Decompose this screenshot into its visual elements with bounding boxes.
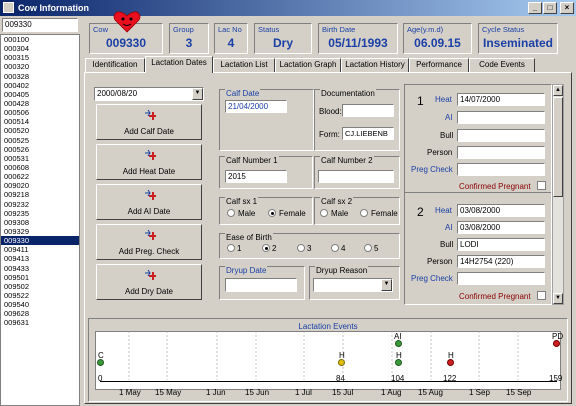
timeline-gridlines: [128, 331, 519, 380]
cow-information-window: Cow Information _ □ × 009330 000100 0003…: [0, 0, 576, 406]
tab-lactation-dates[interactable]: Lactation Dates: [145, 56, 213, 73]
